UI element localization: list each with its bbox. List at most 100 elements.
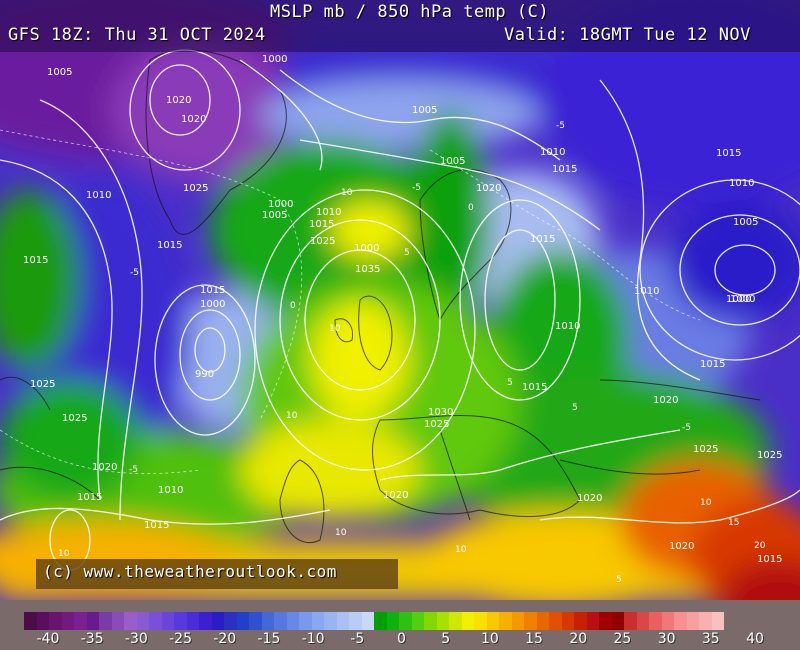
temp-label: -5 [412,183,421,193]
colorbar-swatch [686,612,699,630]
colorbar-swatch [699,612,712,630]
isobar-label: 1025 [757,450,782,461]
valid-time-label: Valid: 18GMT Tue 12 NOV [504,25,751,45]
colorbar-tick-label: -5 [350,631,365,647]
isobar-label: 1025 [693,444,718,455]
colorbar-swatch [361,612,374,630]
isobar-label: 1025 [424,419,449,430]
colorbar-swatch [674,612,687,630]
isobar-label: 1010 [540,147,565,158]
isobar-label: 1015 [530,234,555,245]
isobar-label: 1015 [309,219,334,230]
isobar-label: 1010 [158,485,183,496]
isobar-label: 1015 [144,520,169,531]
isobar-label: 1020 [669,541,694,552]
colorbar-swatch [124,612,137,630]
colorbar-swatch [61,612,74,630]
isobar-label: 1010 [555,321,580,332]
colorbar-swatch [261,612,274,630]
colorbar-swatch [549,612,562,630]
colorbar-swatch [236,612,249,630]
colorbar-swatch [111,612,124,630]
colorbar-swatch [624,612,637,630]
isobar-label: 1000 [354,243,379,254]
colorbar-tick-label: -35 [80,631,104,647]
isobar-label: 1015 [757,554,782,565]
temp-label: 0 [468,203,474,213]
temp-label: -5 [130,268,139,278]
isobar-label: 1000 [262,54,287,65]
colorbar-swatch [474,612,487,630]
colorbar-swatch [74,612,87,630]
temp-label: 20 [754,541,766,551]
isobar-label: 1030 [428,407,453,418]
colorbar-tick-label: 5 [441,631,451,647]
isobar-label: 1005 [440,156,465,167]
temp-label: -5 [682,423,691,433]
isobar-label: 1010 [729,178,754,189]
colorbar-swatch [86,612,99,630]
temp-label: -5 [129,465,138,475]
colorbar-swatch [299,612,312,630]
colorbar-swatch [286,612,299,630]
temp-label: 10 [700,498,712,508]
colorbar-swatch [36,612,49,630]
temperature-field: 1005 1000 1020 1020 1025 1010 1015 1015 … [0,0,800,600]
isobar-label: 1005 [47,67,72,78]
isobar-label: 1015 [77,492,102,503]
isobar-label: 1025 [183,183,208,194]
colorbar-tick-label: 0 [397,631,406,647]
colorbar-tick-label: -20 [213,631,237,647]
colorbar-swatch [661,612,674,630]
colorbar-swatch [436,612,449,630]
isobar-label: 1005 [733,217,758,228]
colorbar-swatch [249,612,262,630]
isobar-label: 1020 [166,95,191,106]
isobar-label: 1025 [30,379,55,390]
temp-label: 10 [286,411,298,421]
colorbar-swatch [574,612,587,630]
colorbar-swatch [511,612,524,630]
isobar-label: 1000 [268,199,293,210]
colorbar-swatch [411,612,424,630]
colorbar-swatch [324,612,337,630]
colorbar-swatch [386,612,399,630]
colorbar-tick-label: -30 [124,631,148,647]
colorbar-tick-label: 15 [525,631,543,647]
colorbar-tick-label: 40 [746,631,764,647]
isobar-label: 1005 [412,105,437,116]
colorbar-swatch [449,612,462,630]
temp-label: 0 [290,301,296,311]
temp-label: 15 [728,518,739,528]
colorbar-swatch [49,612,62,630]
colorbar-tick-label: 25 [613,631,632,647]
temp-label: 10 [335,528,347,538]
colorbar-swatch [599,612,612,630]
colorbar-tick-label: -40 [36,631,60,647]
temp-label: 5 [507,378,513,388]
colorbar-swatch [636,612,649,630]
colorbar-swatch [99,612,112,630]
colorbar-swatch [536,612,549,630]
isobar-label: 1010 [316,207,341,218]
colorbar-tick-label: 35 [701,631,720,647]
colorbar-swatch [374,612,387,630]
colorbar-swatch [174,612,187,630]
isobar-label: 1000 [200,299,225,310]
isobar-label: 1015 [23,255,48,266]
isobar-label: 1020 [383,490,408,501]
isobar-label: 1020 [577,493,602,504]
model-run-label: GFS 18Z: Thu 31 OCT 2024 [8,25,266,45]
colorbar-swatch [24,612,37,630]
colorbar-swatch [274,612,287,630]
colorbar-tick-label: 30 [657,631,676,647]
isobar-label: 1020 [476,183,501,194]
colorbar-swatch [486,612,499,630]
temp-label: 5 [404,248,410,258]
isobar-label: 1015 [716,148,741,159]
colorbar-swatch [136,612,149,630]
colorbar-swatch [499,612,512,630]
colorbar-swatch [336,612,349,630]
colorbar-swatch [199,612,212,630]
colorbar-swatch [186,612,199,630]
